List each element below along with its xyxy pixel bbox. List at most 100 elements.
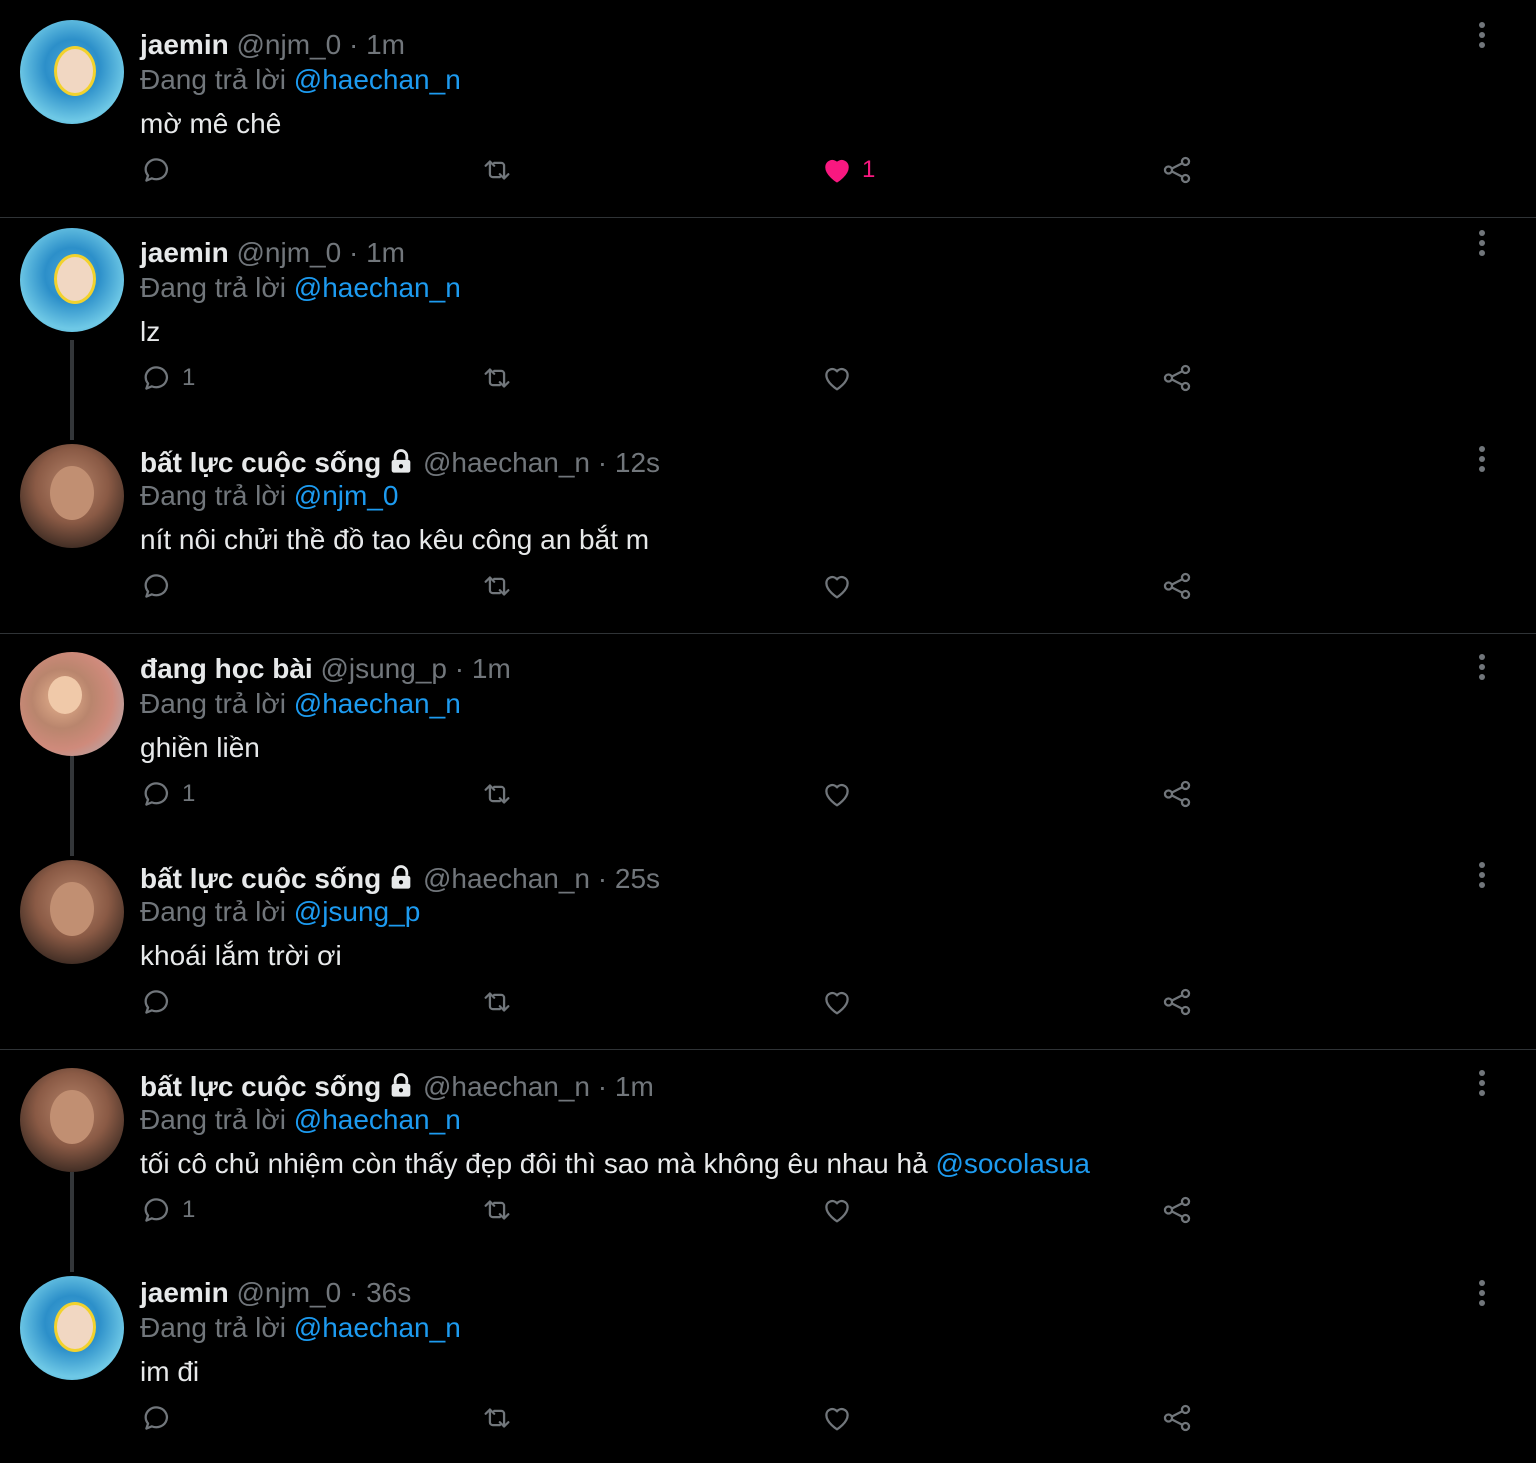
heart-icon (825, 367, 849, 391)
more-options-icon[interactable] (1470, 446, 1494, 474)
tweet-text: khoái lắm trời ơi (140, 938, 342, 974)
reply-button[interactable] (140, 1398, 182, 1438)
tweet[interactable]: đang học bài @jsung_p · 1m Đang trả lời … (0, 624, 1536, 832)
display-name[interactable]: đang học bài (140, 653, 313, 684)
tweet-header: jaemin @njm_0 · 1m (140, 236, 405, 270)
tweet-text: im đi (140, 1354, 199, 1390)
more-options-icon[interactable] (1470, 1070, 1494, 1098)
timestamp[interactable]: 1m (472, 653, 511, 684)
heart-icon (825, 575, 849, 599)
tweet[interactable]: jaemin @njm_0 · 1m Đang trả lời @haechan… (0, 0, 1536, 208)
reply-icon (144, 1198, 169, 1222)
like-button[interactable] (820, 1190, 862, 1230)
tweet-text: ghiền liền (140, 730, 260, 766)
avatar[interactable] (20, 1068, 124, 1172)
share-icon (1163, 364, 1191, 392)
timestamp[interactable]: 1m (366, 237, 405, 268)
tweet[interactable]: bất lực cuộc sống @haechan_n · 1m Đang t… (0, 1040, 1536, 1248)
reply-to-mention[interactable]: @haechan_n (294, 1104, 461, 1135)
action-bar: 1 (140, 1190, 1240, 1230)
share-button[interactable] (1160, 1398, 1194, 1438)
retweet-button[interactable] (480, 774, 514, 814)
display-name[interactable]: jaemin (140, 1277, 229, 1308)
tweet-header: jaemin @njm_0 · 1m (140, 28, 405, 62)
inline-mention[interactable]: @socolasua (935, 1148, 1090, 1179)
reply-to-mention[interactable]: @haechan_n (294, 688, 461, 719)
retweet-icon (484, 368, 510, 388)
action-bar: 1 (140, 358, 1240, 398)
reply-button[interactable]: 1 (140, 774, 195, 814)
reply-button[interactable]: 1 (140, 358, 195, 398)
like-button[interactable] (820, 566, 862, 606)
like-button[interactable] (820, 774, 862, 814)
separator-dot: · (597, 1071, 608, 1102)
avatar[interactable] (20, 860, 124, 964)
tweet[interactable]: bất lực cuộc sống @haechan_n · 25s Đang … (0, 832, 1536, 1040)
reply-button[interactable]: 1 (140, 1190, 195, 1230)
avatar[interactable] (20, 444, 124, 548)
retweet-button[interactable] (480, 566, 514, 606)
retweet-button[interactable] (480, 1190, 514, 1230)
timestamp[interactable]: 36s (366, 1277, 411, 1308)
user-handle[interactable]: @jsung_p (320, 653, 447, 684)
display-name[interactable]: jaemin (140, 237, 229, 268)
like-button[interactable]: 1 (820, 150, 875, 190)
retweet-icon (484, 160, 510, 180)
more-options-icon[interactable] (1470, 862, 1494, 890)
tweet-body: nít nôi chửi thề đồ tao kêu công an bắt … (140, 524, 650, 555)
avatar[interactable] (20, 20, 124, 124)
tweet[interactable]: jaemin @njm_0 · 36s Đang trả lời @haecha… (0, 1248, 1536, 1456)
like-button[interactable] (820, 1398, 862, 1438)
user-handle[interactable]: @haechan_n (423, 863, 590, 894)
reply-to-mention[interactable]: @haechan_n (294, 1312, 461, 1343)
tweet-text: nít nôi chửi thề đồ tao kêu công an bắt … (140, 522, 649, 558)
reply-button[interactable] (140, 566, 182, 606)
reply-count: 1 (182, 780, 196, 807)
reply-to-mention[interactable]: @haechan_n (294, 64, 461, 95)
share-button[interactable] (1160, 566, 1194, 606)
more-options-icon[interactable] (1470, 1280, 1494, 1308)
display-name[interactable]: jaemin (140, 29, 229, 60)
timestamp[interactable]: 25s (615, 863, 660, 894)
avatar[interactable] (20, 652, 124, 756)
user-handle[interactable]: @njm_0 (236, 237, 341, 268)
reply-to-mention[interactable]: @jsung_p (294, 896, 421, 927)
tweet-body: mờ mê chê (140, 108, 282, 139)
share-button[interactable] (1160, 774, 1194, 814)
reply-button[interactable] (140, 150, 182, 190)
avatar[interactable] (20, 1276, 124, 1380)
display-name[interactable]: bất lực cuộc sống (140, 1071, 381, 1102)
retweet-button[interactable] (480, 358, 514, 398)
action-bar: 1 (140, 774, 1240, 814)
avatar[interactable] (20, 228, 124, 332)
share-button[interactable] (1160, 150, 1194, 190)
user-handle[interactable]: @njm_0 (236, 29, 341, 60)
retweet-icon (484, 1200, 510, 1220)
timestamp[interactable]: 1m (366, 29, 405, 60)
like-button[interactable] (820, 358, 862, 398)
timestamp[interactable]: 12s (615, 447, 660, 478)
retweet-button[interactable] (480, 1398, 514, 1438)
share-button[interactable] (1160, 1190, 1194, 1230)
share-button[interactable] (1160, 982, 1194, 1022)
reply-to-mention[interactable]: @haechan_n (294, 272, 461, 303)
user-handle[interactable]: @haechan_n (423, 1071, 590, 1102)
reply-button[interactable] (140, 982, 182, 1022)
like-button[interactable] (820, 982, 862, 1022)
timestamp[interactable]: 1m (615, 1071, 654, 1102)
display-name[interactable]: bất lực cuộc sống (140, 863, 381, 894)
share-button[interactable] (1160, 358, 1194, 398)
display-name[interactable]: bất lực cuộc sống (140, 447, 381, 478)
user-handle[interactable]: @haechan_n (423, 447, 590, 478)
separator-dot: · (348, 1277, 359, 1308)
user-handle[interactable]: @njm_0 (236, 1277, 341, 1308)
reply-to-mention[interactable]: @njm_0 (294, 480, 399, 511)
more-options-icon[interactable] (1470, 654, 1494, 682)
retweet-button[interactable] (480, 982, 514, 1022)
tweet[interactable]: bất lực cuộc sống @haechan_n · 12s Đang … (0, 416, 1536, 624)
separator-dot: · (597, 863, 608, 894)
tweet[interactable]: jaemin @njm_0 · 1m Đang trả lời @haechan… (0, 208, 1536, 416)
more-options-icon[interactable] (1470, 230, 1494, 258)
more-options-icon[interactable] (1470, 22, 1494, 50)
retweet-button[interactable] (480, 150, 514, 190)
